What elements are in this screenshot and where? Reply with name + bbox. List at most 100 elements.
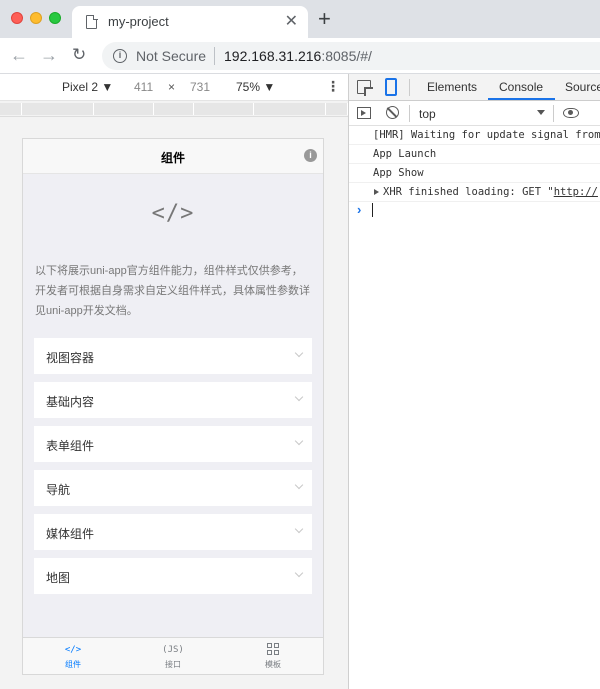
document-icon xyxy=(86,14,98,29)
intro-text: 以下将展示uni-app官方组件能力，组件样式仅供参考，开发者可根据自身需求自定… xyxy=(35,265,310,317)
more-options-icon[interactable]: ⋮ xyxy=(326,78,340,94)
console-text: App Show xyxy=(373,167,424,179)
tab-label: 接口 xyxy=(165,660,181,669)
browser-toolbar: ← → ↻ i Not Secure 192.168.31.216:8085/#… xyxy=(0,38,600,74)
code-icon: </> xyxy=(64,645,82,655)
menu-item-label: 表单组件 xyxy=(46,439,95,453)
ruler-segment[interactable] xyxy=(94,103,154,115)
console-output: [HMR] Waiting for update signal from WDS… xyxy=(349,126,600,202)
grid-icon xyxy=(223,643,323,657)
console-link[interactable]: http:// xyxy=(554,186,598,198)
page-title: 组件 xyxy=(160,151,185,165)
device-toolbar: Pixel 2 ▼ 411 × 731 75% ▼ ⋮ xyxy=(0,74,348,101)
menu-item-media[interactable]: 媒体组件 xyxy=(34,514,312,550)
menu-item-label: 基础内容 xyxy=(46,395,95,409)
devtools-tabbar: Elements Console Sources xyxy=(349,74,600,101)
menu-item-label: 媒体组件 xyxy=(46,527,95,541)
app-tabbar: </> 组件 (JS) 接口 模板 xyxy=(23,637,323,674)
menu-item-label: 导航 xyxy=(46,483,71,497)
console-message[interactable]: XHR finished loading: GET "http:// xyxy=(349,183,600,202)
console-message[interactable]: App Show xyxy=(349,164,600,183)
info-icon[interactable]: i xyxy=(304,149,317,162)
console-message[interactable]: App Launch xyxy=(349,145,600,164)
menu-item-view-container[interactable]: 视图容器 xyxy=(34,338,312,374)
ruler-segment[interactable] xyxy=(154,103,194,115)
chevron-down-icon xyxy=(294,524,304,534)
show-sidebar-icon[interactable] xyxy=(357,107,371,119)
chevron-down-icon xyxy=(294,568,304,578)
ruler-segment[interactable] xyxy=(22,103,94,115)
console-prompt-icon: › xyxy=(357,202,362,217)
tab-sources[interactable]: Sources xyxy=(565,80,600,94)
menu-item-label: 地图 xyxy=(46,571,71,585)
menu-item-form-components[interactable]: 表单组件 xyxy=(34,426,312,462)
code-icon: </> xyxy=(151,201,195,226)
live-expression-icon[interactable] xyxy=(563,108,579,118)
back-arrow-icon[interactable]: ← xyxy=(10,44,28,66)
divider xyxy=(409,79,410,96)
device-toggle-icon[interactable] xyxy=(385,78,397,96)
zoom-select[interactable]: 75% ▼ xyxy=(236,80,275,94)
minimize-window-button[interactable] xyxy=(30,12,42,24)
close-window-button[interactable] xyxy=(11,12,23,24)
url-path: :8085/#/ xyxy=(321,48,372,64)
tab-templates[interactable]: 模板 xyxy=(223,638,323,674)
maximize-window-button[interactable] xyxy=(49,12,61,24)
new-tab-button[interactable]: + xyxy=(318,6,331,32)
tab-elements[interactable]: Elements xyxy=(427,80,477,94)
url-text[interactable]: 192.168.31.216:8085/#/ xyxy=(224,48,372,64)
console-input[interactable] xyxy=(372,203,373,217)
menu-item-navigation[interactable]: 导航 xyxy=(34,470,312,506)
tab-label: 模板 xyxy=(265,660,281,669)
security-label[interactable]: Not Secure xyxy=(136,48,206,64)
close-tab-icon[interactable]: ✕ xyxy=(285,11,298,31)
tab-console[interactable]: Console xyxy=(499,80,543,94)
console-text: [HMR] Waiting for update signal from WDS… xyxy=(373,129,600,141)
device-viewport: 组件 i </> 以下将展示uni-app官方组件能力，组件样式仅供参考，开发者… xyxy=(22,138,324,675)
tab-title: my-project xyxy=(108,14,169,29)
browser-titlebar: my-project ✕ + xyxy=(0,0,600,38)
ruler-segment[interactable] xyxy=(254,103,326,115)
divider xyxy=(214,47,215,65)
menu-item-label: 视图容器 xyxy=(46,351,95,365)
chevron-down-icon xyxy=(294,392,304,402)
device-select[interactable]: Pixel 2 ▼ xyxy=(62,80,113,94)
forward-arrow-icon[interactable]: → xyxy=(40,44,58,66)
device-width-input[interactable]: 411 xyxy=(134,80,153,94)
console-message[interactable]: [HMR] Waiting for update signal from WDS… xyxy=(349,126,600,145)
console-text: App Launch xyxy=(373,148,437,160)
tab-api[interactable]: (JS) 接口 xyxy=(123,638,223,674)
tab-label: 组件 xyxy=(65,660,81,669)
info-icon[interactable]: i xyxy=(113,49,127,63)
clear-console-icon[interactable] xyxy=(386,106,399,119)
console-text-part: XHR finished loading: GET " xyxy=(383,186,554,198)
expand-triangle-icon[interactable] xyxy=(374,189,379,195)
console-toolbar: top xyxy=(349,101,600,126)
inspect-element-icon[interactable] xyxy=(357,80,371,94)
dimension-separator: × xyxy=(168,80,176,94)
app-navbar: 组件 i xyxy=(23,139,323,174)
address-bar[interactable]: i Not Secure 192.168.31.216:8085/#/ xyxy=(102,42,600,70)
ruler-segment[interactable] xyxy=(326,103,348,115)
reload-icon[interactable]: ↻ xyxy=(72,44,86,66)
media-query-ruler xyxy=(0,101,348,117)
tab-components[interactable]: </> 组件 xyxy=(23,638,123,674)
context-select[interactable]: top xyxy=(419,107,436,121)
ruler-segment[interactable] xyxy=(0,103,22,115)
dropdown-arrow-icon[interactable] xyxy=(537,110,545,115)
divider xyxy=(553,105,554,122)
active-tab-indicator xyxy=(488,98,555,100)
device-height-input[interactable]: 731 xyxy=(190,80,210,94)
url-host: 192.168.31.216 xyxy=(224,48,322,64)
chevron-down-icon xyxy=(294,348,304,358)
chevron-down-icon xyxy=(294,480,304,490)
menu-item-map[interactable]: 地图 xyxy=(34,558,312,594)
js-icon: (JS) xyxy=(162,645,184,655)
chevron-down-icon xyxy=(294,436,304,446)
browser-tab[interactable]: my-project ✕ xyxy=(72,6,308,38)
console-text: XHR finished loading: GET "http:// xyxy=(383,186,598,198)
menu-item-basic-content[interactable]: 基础内容 xyxy=(34,382,312,418)
ruler-segment[interactable] xyxy=(194,103,254,115)
divider xyxy=(409,105,410,122)
component-menu: 视图容器 基础内容 表单组件 导航 媒体组件 地图 xyxy=(34,338,312,602)
